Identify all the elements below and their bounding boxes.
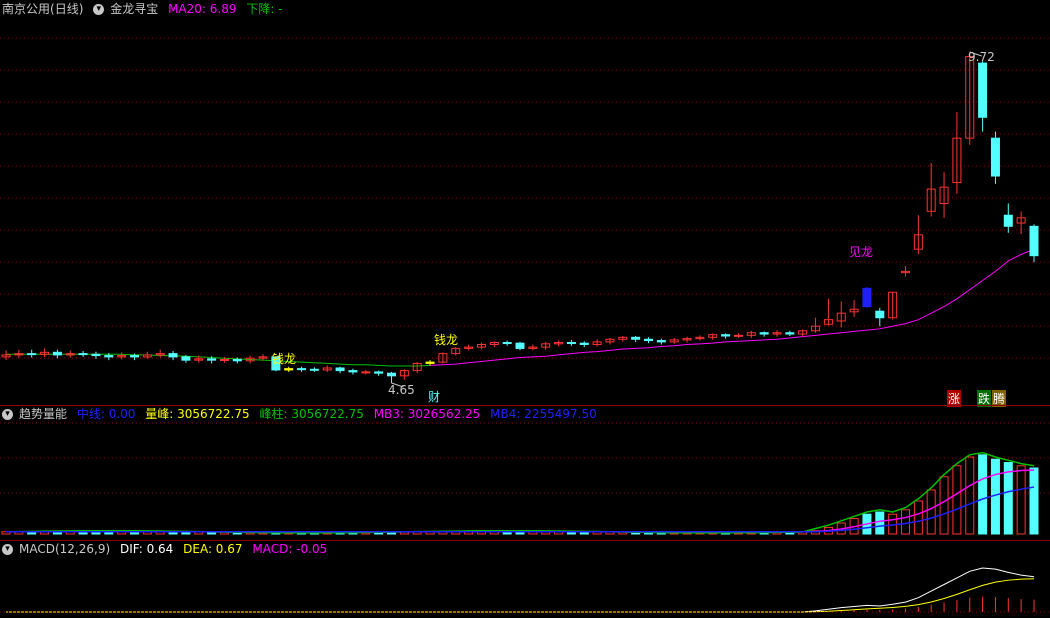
dea-value: DEA: 0.67 (183, 542, 243, 556)
macd-value: MACD: -0.05 (252, 542, 328, 556)
signal-green-line (6, 353, 431, 367)
candle-body (387, 372, 396, 377)
candle-body (656, 340, 666, 343)
dif-line (6, 567, 1035, 613)
candle-body (181, 356, 191, 361)
volume-bar (1016, 465, 1026, 535)
candle-body (27, 353, 37, 356)
volume-bar (978, 454, 988, 535)
signal-jianlong: 见龙 (849, 245, 874, 259)
fengzhu-value: 峰柱: 3056722.75 (259, 407, 364, 421)
volume-bar (875, 511, 885, 535)
volume-header: ▾ 趋势量能 中线: 0.00 量峰: 3056722.75 峰柱: 305672… (0, 405, 603, 423)
candle-body (515, 342, 525, 349)
candle-body (721, 334, 731, 337)
candle-body (862, 287, 872, 308)
candle-body (566, 342, 576, 345)
candle-body (104, 355, 114, 358)
volume-chart[interactable] (0, 405, 1050, 540)
candle-body (309, 368, 319, 371)
volume-bar (913, 500, 923, 535)
candle-body (425, 361, 435, 364)
candle-body (52, 351, 62, 356)
candle-body (335, 367, 345, 372)
dif-value: DIF: 0.64 (119, 542, 174, 556)
liangfeng-value: 量峰: 3056722.75 (145, 407, 250, 421)
volume-panel[interactable]: ▾ 趋势量能 中线: 0.00 量峰: 3056722.75 峰柱: 305672… (0, 405, 1050, 540)
candle-body (361, 371, 371, 374)
volume-bar (939, 476, 949, 535)
candle-body (219, 358, 229, 361)
indicator-name[interactable]: 金龙寻宝 (110, 2, 158, 16)
zhongxian-value: 中线: 0.00 (76, 407, 136, 421)
candle-body (579, 342, 589, 345)
indicator-settings-icon[interactable]: ▾ (93, 4, 105, 15)
candle-body (232, 358, 242, 362)
candle-body (785, 332, 795, 335)
candle-body (1003, 214, 1013, 227)
candle-body (91, 353, 101, 357)
trend-value: 下降: - (246, 2, 283, 16)
main-header: 南京公用(日线) ▾ 金龙寻宝 MA20: 6.89 下降: - (0, 0, 289, 18)
candle-body (348, 370, 358, 373)
candle-body (978, 62, 988, 118)
candle-body (207, 358, 217, 361)
candle-body (990, 137, 1000, 177)
candle-body (374, 371, 384, 374)
macd-settings-icon[interactable]: ▾ (2, 544, 13, 555)
dea-line (6, 578, 1035, 613)
volume-bar (901, 509, 910, 535)
mb3-value: MB3: 3026562.25 (373, 407, 481, 421)
candlestick-chart[interactable] (0, 0, 1050, 405)
low-price-label: 4.65 (388, 383, 415, 397)
candle-body (875, 310, 885, 319)
period-label: (日线) (50, 2, 84, 16)
mb4-value: MB4: 2255497.50 (490, 407, 597, 421)
candle-body (631, 336, 641, 340)
stock-name: 南京公用 (2, 2, 51, 16)
ma20-value: MA20: 6.89 (168, 2, 237, 16)
high-price-label: 9.72 (968, 50, 995, 64)
volume-indicator-name[interactable]: 趋势量能 (19, 407, 67, 421)
candle-body (130, 355, 139, 358)
macd-indicator-name[interactable]: MACD(12,26,9) (19, 542, 110, 556)
macd-header: ▾ MACD(12,26,9) DIF: 0.64 DEA: 0.67 MACD:… (0, 540, 333, 558)
candle-body (502, 342, 512, 345)
volume-bar (965, 456, 975, 535)
candle-body (1029, 225, 1039, 257)
candle-body (297, 368, 307, 371)
signal-qianlong-1: 钱龙 (272, 352, 297, 366)
volume-settings-icon[interactable]: ▾ (2, 409, 13, 420)
signal-cai: 财 (428, 390, 441, 404)
volume-bar (1029, 467, 1039, 535)
candle-body (644, 338, 653, 342)
signal-qianlong-2: 钱龙 (434, 333, 459, 347)
candle-body (759, 332, 769, 335)
macd-panel[interactable]: ▾ MACD(12,26,9) DIF: 0.64 DEA: 0.67 MACD:… (0, 540, 1050, 618)
main-chart-panel[interactable]: 南京公用(日线) ▾ 金龙寻宝 MA20: 6.89 下降: - 钱龙 钱龙 见龙… (0, 0, 1050, 407)
volume-bar (926, 489, 936, 535)
volume-bar (952, 465, 962, 535)
candle-body (733, 334, 743, 337)
candle-body (284, 368, 294, 371)
candle-body (78, 353, 88, 356)
candle-body (168, 353, 178, 358)
